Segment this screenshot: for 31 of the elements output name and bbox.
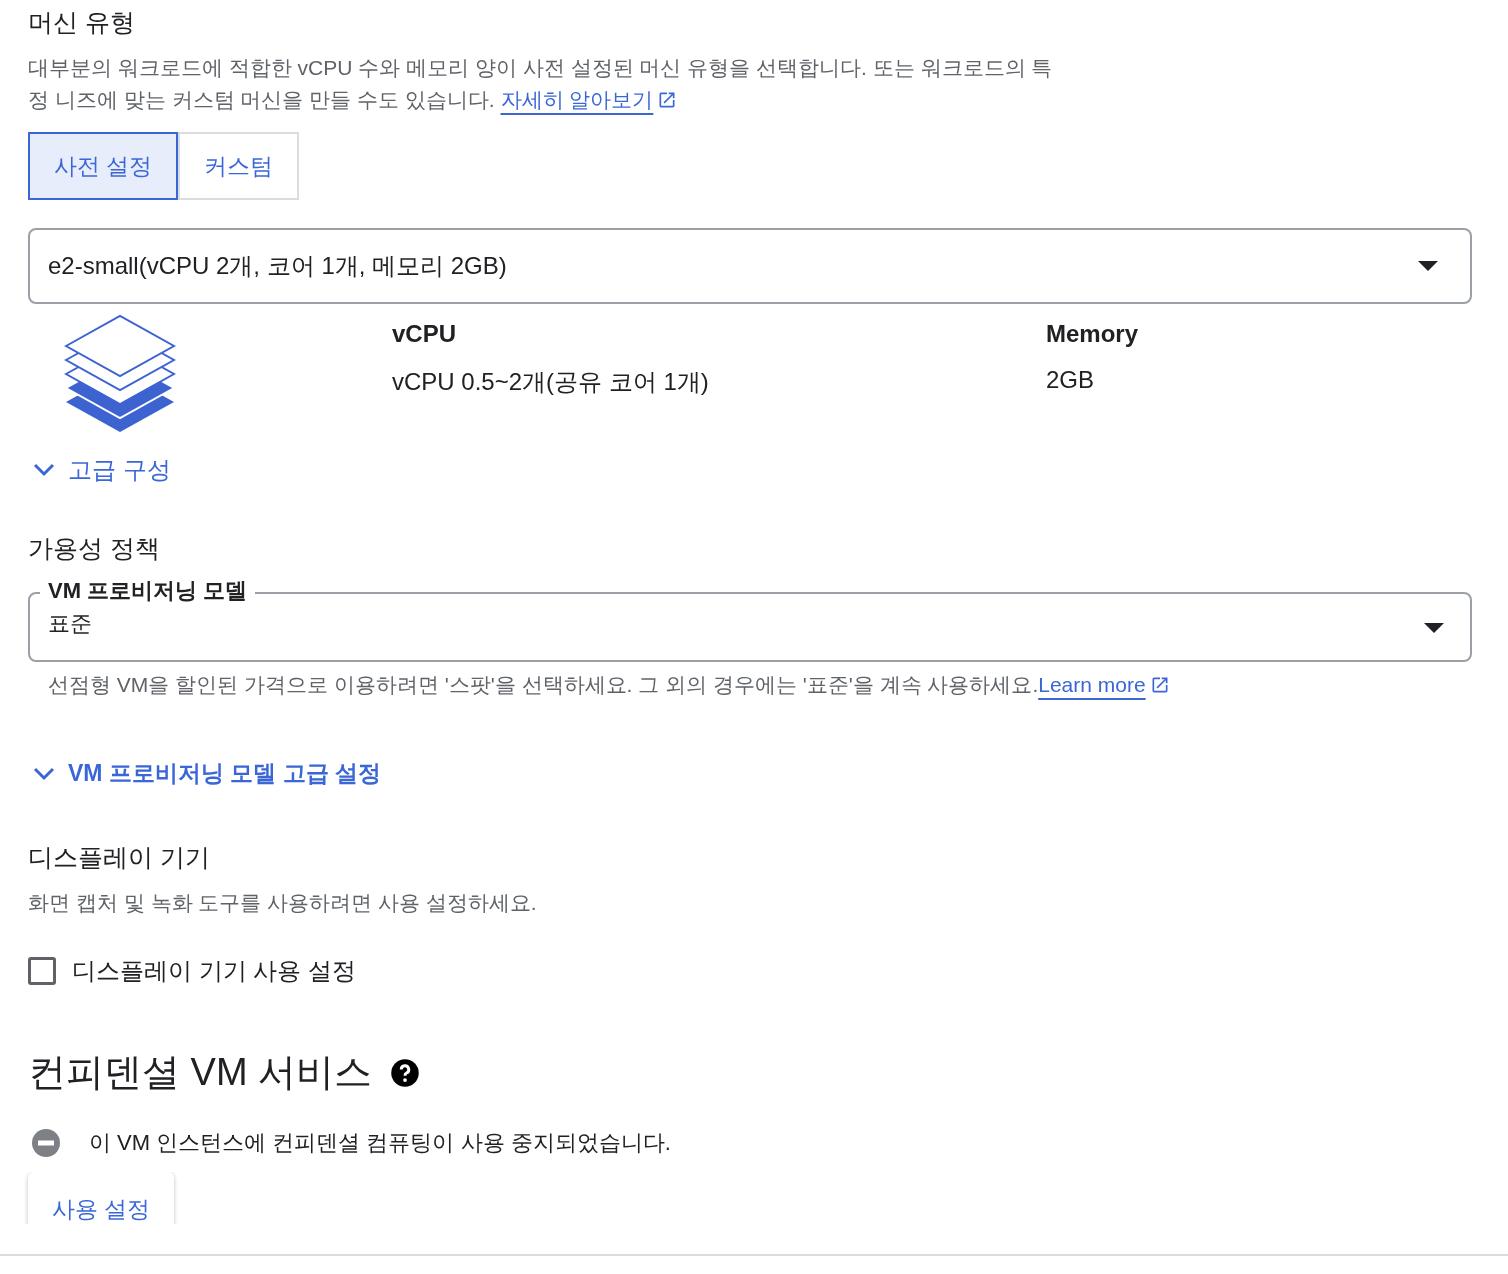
- description: 대부분의 워크로드에 적합한 vCPU 수와 메모리 양이 사전 설정된 머신 유형을 선택합니다. 또는 워크로드의 특정 니즈에 맞는 커스텀 머신을 만들 수도 있습니다. 자세히 알아보기: [28, 55, 1054, 113]
- spec-heading: vCPU: [392, 320, 457, 348]
- help-icon: [390, 1057, 421, 1088]
- layers-icon: [64, 314, 176, 434]
- section-title: 디스플레이 기기: [28, 842, 210, 873]
- provisioning-model-dropdown[interactable]: VM 프로비저닝 모델 표준: [28, 576, 1472, 662]
- advanced-config-toggle[interactable]: 고급 구성: [28, 454, 171, 486]
- enable-button[interactable]: 사용 설정: [28, 1172, 175, 1224]
- dropdown-arrow-icon: [1424, 623, 1444, 633]
- external-link-icon: [657, 90, 678, 110]
- machine-type-dropdown[interactable]: e2-small(vCPU 2개, 코어 1개, 메모리 2GB): [28, 228, 1472, 304]
- spec-heading: Memory: [1046, 320, 1139, 348]
- advanced-settings-toggle[interactable]: VM 프로비저닝 모델 고급 설정: [28, 758, 382, 789]
- helper-text: 선점형 VM을 할인된 가격으로 이용하려면 '스팟'을 선택하세요. 그 외의 경우에는 '표준'을 계속 사용하세요.Learn more: [48, 670, 1472, 700]
- section-title: 컨피덴셜 VM 서비스: [28, 1050, 373, 1095]
- dropdown-arrow-icon: [1418, 261, 1438, 271]
- chevron-icon: [32, 765, 56, 782]
- spec-value: vCPU 0.5~2개(공유 코어 1개): [392, 367, 709, 397]
- status-text: 이 VM 인스턴스에 컨피덴셜 컴퓨팅이 사용 중지되었습니다.: [89, 1129, 671, 1157]
- checkbox[interactable]: [28, 957, 56, 985]
- tab[interactable]: 사전 설정: [28, 132, 179, 200]
- description: 화면 캡처 및 녹화 도구를 사용하려면 사용 설정하세요.: [28, 890, 538, 916]
- learn-more-link[interactable]: Learn more: [1038, 673, 1170, 696]
- checkbox-label: 디스플레이 기기 사용 설정: [72, 956, 356, 986]
- section-title: 머신 유형: [28, 7, 135, 38]
- section-title: 가용성 정책: [28, 533, 160, 564]
- disabled-icon: [31, 1128, 61, 1158]
- chevron-icon: [32, 462, 56, 478]
- learn-more-link[interactable]: 자세히 알아보기: [500, 88, 678, 111]
- tab[interactable]: 커스텀: [178, 132, 300, 200]
- spec-value: 2GB: [1046, 366, 1095, 394]
